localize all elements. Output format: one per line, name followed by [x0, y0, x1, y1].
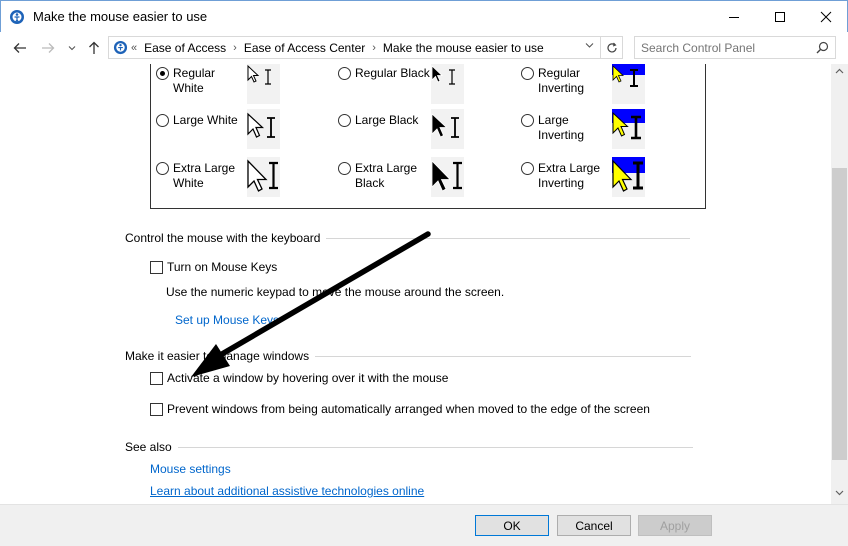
mouse-settings-link[interactable]: Mouse settings — [150, 462, 231, 476]
mouse-keys-checkbox[interactable] — [150, 260, 163, 274]
minimize-icon — [729, 17, 739, 18]
radio-button[interactable] — [156, 114, 169, 127]
breadcrumb-overflow[interactable]: « — [131, 42, 137, 54]
divider — [326, 237, 691, 239]
section-heading: Make it easier to manage windows — [125, 349, 310, 363]
pointer-option-large-black[interactable]: Large Black — [338, 113, 435, 128]
radio-button[interactable] — [338, 114, 351, 127]
chevron-down-icon — [68, 46, 76, 51]
address-bar[interactable]: « Ease of Access › Ease of Access Center… — [108, 36, 601, 59]
control-panel-icon — [10, 10, 24, 24]
breadcrumb-ease-of-access[interactable]: Ease of Access — [144, 41, 226, 55]
divider — [177, 446, 693, 448]
radio-button[interactable] — [156, 162, 169, 175]
chevron-right-icon[interactable]: › — [372, 42, 376, 54]
radio-button[interactable] — [338, 67, 351, 80]
pointer-preview-extra-large-white — [247, 157, 280, 197]
pointer-preview-regular-black — [431, 64, 464, 104]
forward-button[interactable] — [38, 39, 58, 57]
window-title: Make the mouse easier to use — [33, 9, 208, 24]
checkbox-label: Prevent windows from being automatically… — [167, 402, 650, 416]
maximize-icon — [775, 12, 785, 22]
section-heading: Control the mouse with the keyboard — [125, 231, 321, 245]
scroll-up-icon[interactable] — [835, 68, 844, 74]
pointer-preview-regular-white — [247, 64, 280, 104]
section-see-also: See also — [125, 440, 693, 454]
back-arrow-icon — [13, 43, 26, 53]
radio-button[interactable] — [156, 67, 169, 80]
radio-button[interactable] — [521, 162, 534, 175]
pointer-preview-large-inverting — [612, 109, 645, 149]
back-button[interactable] — [10, 39, 30, 57]
section-heading: See also — [125, 440, 172, 454]
checkbox-label: Activate a window by hovering over it wi… — [167, 371, 449, 385]
pointer-option-large-white[interactable]: Large White — [156, 113, 253, 128]
pointer-option-extra-large-white[interactable]: Extra Large White — [156, 161, 245, 191]
scroll-down-icon[interactable] — [835, 490, 844, 496]
mouse-keys-checkbox-row[interactable]: Turn on Mouse Keys — [150, 260, 277, 274]
pointer-option-label: Regular White — [173, 66, 216, 95]
up-arrow-icon — [89, 41, 99, 54]
vertical-scrollbar[interactable] — [831, 64, 848, 504]
pointer-option-regular-white[interactable]: Regular White — [156, 66, 245, 96]
control-panel-icon — [113, 40, 128, 55]
pointer-option-label: Regular Inverting — [538, 66, 585, 95]
search-box — [634, 36, 836, 59]
pointer-option-large-inverting[interactable]: Large Inverting — [521, 113, 610, 143]
cancel-button[interactable]: Cancel — [557, 515, 631, 536]
pointer-option-label: Extra Large Black — [355, 161, 418, 190]
breadcrumb: « Ease of Access › Ease of Access Center… — [131, 41, 544, 55]
dialog-footer: OK Cancel Apply — [0, 504, 848, 546]
pointer-preview-extra-large-inverting — [612, 157, 645, 197]
search-input[interactable] — [635, 37, 813, 58]
breadcrumb-ease-of-access-center[interactable]: Ease of Access Center — [244, 41, 365, 55]
up-button[interactable] — [84, 39, 104, 57]
main-content: Regular White Regular Black Regular Inve… — [0, 64, 832, 504]
pointer-option-label: Large White — [173, 113, 238, 127]
maximize-button[interactable] — [757, 1, 803, 33]
checkbox-label: Turn on Mouse Keys — [167, 260, 278, 274]
title-bar: Make the mouse easier to use — [0, 0, 848, 32]
radio-button[interactable] — [521, 114, 534, 127]
pointer-preview-regular-inverting — [612, 64, 645, 104]
pointer-option-extra-large-black[interactable]: Extra Large Black — [338, 161, 427, 191]
pointer-option-label: Extra Large White — [173, 161, 236, 190]
pointer-option-regular-black[interactable]: Regular Black — [338, 66, 445, 81]
radio-button[interactable] — [338, 162, 351, 175]
section-windows: Make it easier to manage windows — [125, 349, 692, 363]
address-dropdown-icon[interactable] — [585, 42, 594, 49]
pointer-preview-extra-large-black — [431, 157, 464, 197]
pointer-preview-large-white — [247, 109, 280, 149]
pointer-option-regular-inverting[interactable]: Regular Inverting — [521, 66, 610, 96]
mouse-keys-description: Use the numeric keypad to move the mouse… — [166, 285, 505, 299]
scrollbar-thumb[interactable] — [832, 168, 847, 460]
radio-button[interactable] — [521, 67, 534, 80]
pointer-preview-large-black — [431, 109, 464, 149]
minimize-button[interactable] — [711, 1, 757, 33]
hover-activate-checkbox[interactable] — [150, 371, 163, 385]
pointer-option-label: Large Black — [355, 113, 419, 127]
pointer-option-label: Extra Large Inverting — [538, 161, 601, 190]
chevron-right-icon[interactable]: › — [233, 42, 237, 54]
apply-button[interactable]: Apply — [638, 515, 712, 536]
recent-locations-button[interactable] — [62, 39, 82, 57]
section-keyboard: Control the mouse with the keyboard — [125, 231, 691, 245]
close-icon — [820, 11, 832, 23]
ok-button[interactable]: OK — [475, 515, 549, 536]
breadcrumb-current-page[interactable]: Make the mouse easier to use — [383, 41, 544, 55]
refresh-icon — [606, 42, 617, 52]
search-icon[interactable] — [816, 41, 829, 54]
prevent-arrange-checkbox[interactable] — [150, 402, 163, 416]
hover-activate-checkbox-row[interactable]: Activate a window by hovering over it wi… — [150, 371, 448, 385]
forward-arrow-icon — [42, 43, 55, 53]
pointer-option-label: Large Inverting — [538, 113, 585, 142]
refresh-button[interactable] — [601, 36, 623, 59]
divider — [315, 355, 692, 357]
assistive-technologies-link[interactable]: Learn about additional assistive technol… — [150, 484, 424, 498]
pointer-option-extra-large-inverting[interactable]: Extra Large Inverting — [521, 161, 610, 191]
close-button[interactable] — [803, 1, 848, 33]
setup-mouse-keys-link[interactable]: Set up Mouse Keys — [175, 313, 279, 327]
prevent-arrange-checkbox-row[interactable]: Prevent windows from being automatically… — [150, 402, 650, 416]
